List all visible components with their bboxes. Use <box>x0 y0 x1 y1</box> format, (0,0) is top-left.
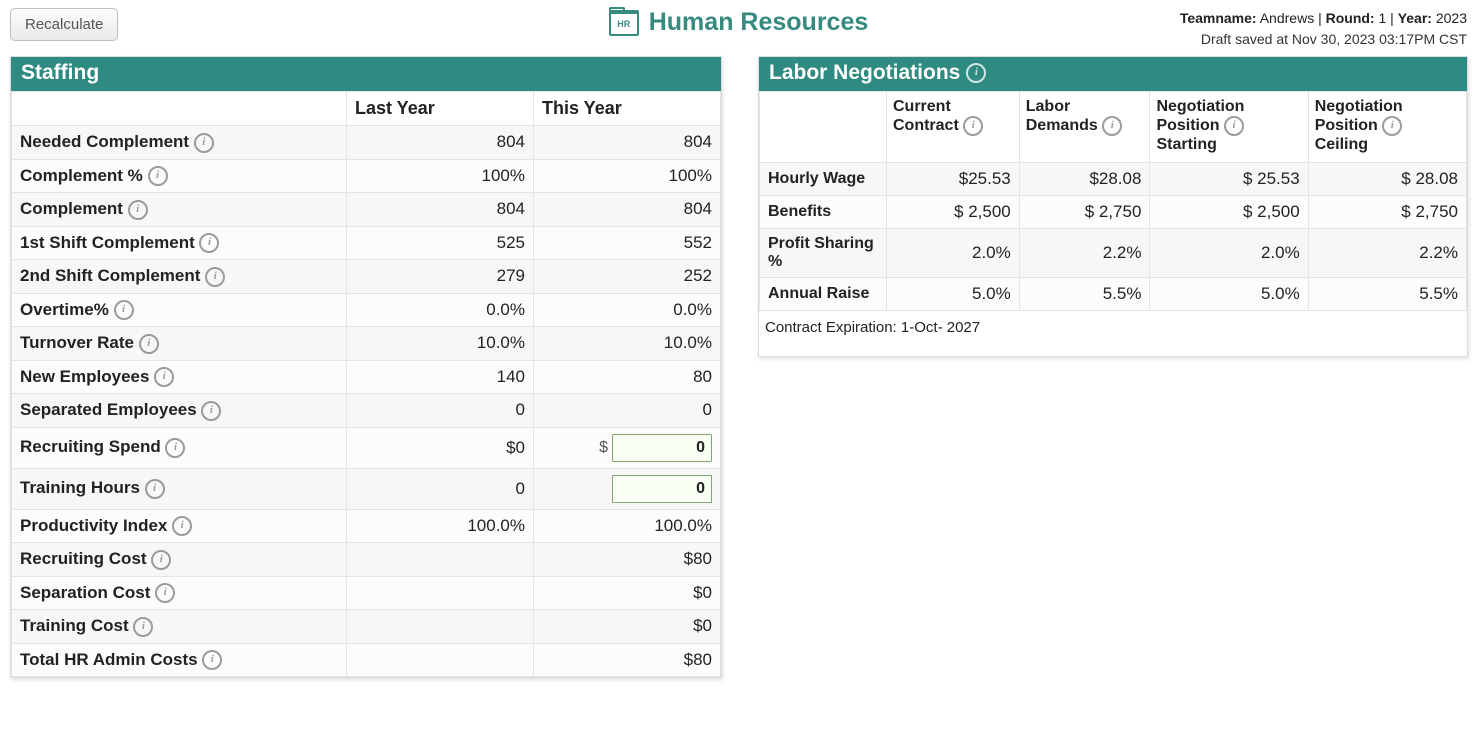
info-icon[interactable]: i <box>155 583 175 603</box>
context-meta: Teamname: Andrews | Round: 1 | Year: 202… <box>1180 8 1467 50</box>
draft-saved-text: Draft saved at Nov 30, 2023 03:17PM CST <box>1180 29 1467 50</box>
info-icon[interactable]: i <box>133 617 153 637</box>
currency-prefix: $ <box>599 439 608 457</box>
info-icon[interactable]: i <box>148 166 168 186</box>
col-neg-ceil: Negotiation Position iCeiling <box>1315 98 1403 153</box>
col-neg-start: Negotiation Position iStarting <box>1156 98 1244 153</box>
labor-table: Current Contract i Labor Demands i Negot… <box>759 91 1467 311</box>
info-icon[interactable]: i <box>128 200 148 220</box>
col-this-year: This Year <box>534 92 721 126</box>
info-icon[interactable]: i <box>201 401 221 421</box>
recruiting-spend-input[interactable] <box>612 434 712 462</box>
info-icon[interactable]: i <box>966 63 986 83</box>
info-icon[interactable]: i <box>194 133 214 153</box>
page-title-text: Human Resources <box>649 8 869 37</box>
labor-panel: Labor Negotiations i Current Contract i … <box>758 56 1468 357</box>
contract-expiration: Contract Expiration: 1-Oct- 2027 <box>759 311 1467 356</box>
info-icon[interactable]: i <box>172 516 192 536</box>
info-icon[interactable]: i <box>199 233 219 253</box>
info-icon[interactable]: i <box>963 116 983 136</box>
info-icon[interactable]: i <box>151 550 171 570</box>
info-icon[interactable]: i <box>1382 116 1402 136</box>
recalculate-button[interactable]: Recalculate <box>10 8 118 41</box>
col-last-year: Last Year <box>347 92 534 126</box>
labor-header: Labor Negotiations i <box>759 57 1467 91</box>
info-icon[interactable]: i <box>1224 116 1244 136</box>
info-icon[interactable]: i <box>114 300 134 320</box>
staffing-panel: Staffing Last Year This Year Needed Comp… <box>10 56 722 678</box>
info-icon[interactable]: i <box>154 367 174 387</box>
info-icon[interactable]: i <box>139 334 159 354</box>
info-icon[interactable]: i <box>202 650 222 670</box>
training-hours-input[interactable] <box>612 475 712 503</box>
staffing-table: Last Year This Year Needed Complement i … <box>11 91 721 677</box>
info-icon[interactable]: i <box>1102 116 1122 136</box>
info-icon[interactable]: i <box>205 267 225 287</box>
page-title: HR Human Resources <box>609 8 869 37</box>
hr-badge-text: HR <box>617 19 630 29</box>
staffing-header: Staffing <box>11 57 721 91</box>
hr-folder-icon: HR <box>609 10 639 36</box>
info-icon[interactable]: i <box>165 438 185 458</box>
info-icon[interactable]: i <box>145 479 165 499</box>
